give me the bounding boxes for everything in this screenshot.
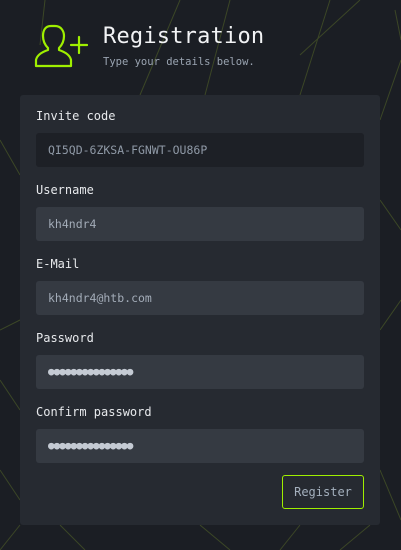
email-label: E-Mail [36, 257, 80, 271]
page-subtitle: Type your details below. [103, 56, 255, 68]
username-input[interactable]: kh4ndr4 [36, 207, 364, 241]
confirm-password-input[interactable]: ●●●●●●●●●●●●●●● [36, 429, 364, 463]
password-input[interactable]: ●●●●●●●●●●●●●●● [36, 355, 364, 389]
confirm-password-label: Confirm password [36, 405, 152, 419]
invite-code-label: Invite code [36, 109, 116, 123]
invite-code-field-group: Invite code QI5QD-6ZKSA-FGNWT-OU86P [36, 109, 364, 167]
registration-form: Invite code QI5QD-6ZKSA-FGNWT-OU86P User… [20, 95, 380, 525]
password-field-group: Password ●●●●●●●●●●●●●●● [36, 331, 364, 389]
username-label: Username [36, 183, 94, 197]
add-user-icon [34, 24, 88, 68]
password-label: Password [36, 331, 94, 345]
page-header: Registration Type your details below. [0, 0, 401, 90]
email-input[interactable]: kh4ndr4@htb.com [36, 281, 364, 315]
confirm-password-field-group: Confirm password ●●●●●●●●●●●●●●● [36, 405, 364, 463]
page-title: Registration [103, 24, 265, 49]
username-field-group: Username kh4ndr4 [36, 183, 364, 241]
email-field-group: E-Mail kh4ndr4@htb.com [36, 257, 364, 315]
register-button[interactable]: Register [282, 475, 364, 509]
invite-code-input[interactable]: QI5QD-6ZKSA-FGNWT-OU86P [36, 133, 364, 167]
